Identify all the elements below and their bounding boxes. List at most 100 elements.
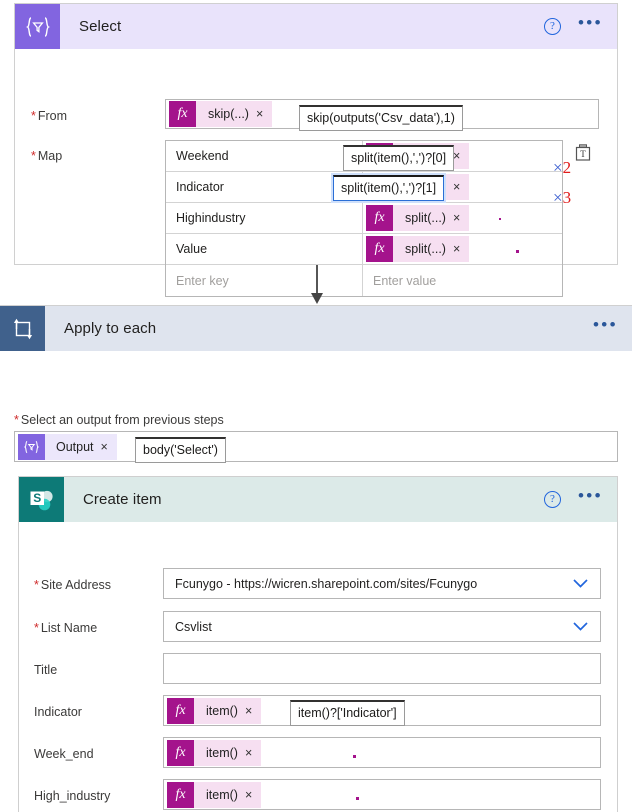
map-key-0[interactable]: Weekend (166, 141, 363, 171)
select-output-expression-callout[interactable]: body('Select') (135, 437, 226, 463)
remove-token-icon[interactable]: × (245, 746, 261, 760)
remove-token-icon[interactable]: × (245, 704, 261, 718)
table-row: Value fx split(...) × (166, 234, 562, 265)
sharepoint-icon: S (19, 477, 64, 522)
remove-token-icon[interactable]: × (453, 180, 469, 194)
fx-icon: fx (366, 205, 393, 231)
more-menu-icon[interactable]: ••• (578, 487, 603, 507)
required-indicator: * (34, 578, 39, 592)
site-address-combobox[interactable]: Fcunygo - https://wicren.sharepoint.com/… (163, 568, 601, 599)
from-expression-token[interactable]: fx skip(...) × (169, 101, 273, 127)
map-value-2[interactable]: fx split(...) × (363, 203, 562, 233)
map-key-input-new[interactable]: Enter key (166, 265, 363, 296)
remove-token-icon[interactable]: × (453, 242, 469, 256)
more-menu-icon[interactable]: ••• (593, 316, 618, 336)
map-expression-callout-0[interactable]: split(item(),',')?[0] (343, 145, 455, 171)
list-name-value: Csvlist (175, 619, 212, 634)
week-end-token-text: item() (206, 745, 238, 760)
map-value-3[interactable]: fx split(...) × (363, 234, 562, 264)
chevron-down-icon[interactable] (573, 620, 588, 634)
title-label: Title (34, 663, 58, 677)
output-token-text: Output (56, 439, 94, 454)
from-token-text: skip(...) (208, 107, 249, 121)
select-output-input[interactable]: Output × (14, 431, 618, 462)
caret-dot (516, 250, 519, 253)
site-address-label: * Site Address (34, 578, 112, 592)
indicator-label: Indicator (34, 705, 82, 719)
help-icon[interactable]: ? (543, 491, 561, 508)
fx-icon: fx (169, 101, 196, 127)
high-industry-label: High_industry (34, 789, 111, 803)
create-header-actions: ? ••• (543, 477, 603, 522)
high-industry-token-text: item() (206, 787, 238, 802)
map-expression-callout-1[interactable]: split(item(),',')?[1] (333, 175, 445, 201)
map-expression-token-3[interactable]: fx split(...) × (366, 236, 470, 262)
remove-token-icon[interactable]: × (453, 211, 469, 225)
table-row-empty: Enter key Enter value (166, 265, 562, 296)
select-action-icon (15, 4, 60, 49)
remove-token-icon[interactable]: × (453, 149, 469, 163)
apply-card-title: Apply to each (64, 320, 157, 337)
title-input[interactable] (163, 653, 601, 684)
annotation-x2: ×2 (553, 158, 572, 177)
down-arrow-icon (309, 265, 325, 305)
caret-dot (356, 797, 359, 800)
apply-card-header[interactable]: Apply to each ••• (0, 306, 632, 351)
apply-header-actions: ••• (593, 306, 618, 351)
list-name-label: * List Name (34, 621, 98, 635)
fx-icon: fx (366, 236, 393, 262)
fx-icon: fx (167, 739, 194, 766)
required-indicator: * (34, 621, 39, 635)
remove-token-icon[interactable]: × (245, 788, 261, 802)
remove-token-icon[interactable]: × (256, 107, 272, 121)
from-expression-callout[interactable]: skip(outputs('Csv_data'),1) (299, 105, 463, 131)
annotation-x3: ×3 (553, 188, 572, 207)
site-address-value: Fcunygo - https://wicren.sharepoint.com/… (175, 576, 478, 591)
output-token[interactable]: Output × (18, 433, 117, 460)
select-output-label: * Select an output from previous steps (14, 413, 224, 427)
apply-to-each-icon (0, 306, 45, 351)
fx-icon: fx (167, 781, 194, 808)
from-field-label: * From (31, 109, 68, 123)
table-row: Highindustry fx split(...) × (166, 203, 562, 234)
map-field-label: * Map (31, 149, 63, 163)
chevron-down-icon[interactable] (573, 577, 588, 591)
week-end-label: Week_end (34, 747, 94, 761)
svg-text:S: S (33, 491, 41, 505)
high-industry-token[interactable]: fx item() × (167, 781, 262, 808)
required-indicator: * (31, 109, 36, 123)
create-item-card: S Create item ? ••• * Site Address Fcuny… (18, 476, 618, 812)
remove-token-icon[interactable]: × (101, 440, 117, 454)
more-menu-icon[interactable]: ••• (578, 14, 603, 34)
map-value-input-new[interactable]: Enter value (363, 265, 562, 296)
delete-row-icon[interactable]: T (575, 144, 591, 161)
map-key-2[interactable]: Highindustry (166, 203, 363, 233)
map-token-text-3: split(...) (405, 242, 446, 256)
flow-designer-canvas: Select ? ••• * From fx skip(...) × skip(o… (0, 0, 632, 812)
week-end-input[interactable]: fx item() × (163, 737, 601, 768)
week-end-token[interactable]: fx item() × (167, 739, 262, 766)
select-output-icon (18, 433, 45, 460)
required-indicator: * (31, 149, 36, 163)
fx-icon: fx (167, 697, 194, 724)
select-header-actions: ? ••• (543, 4, 603, 49)
apply-to-each-card: Apply to each ••• * Select an output from… (0, 305, 632, 812)
list-name-combobox[interactable]: Csvlist (163, 611, 601, 642)
caret-dot (353, 755, 356, 758)
select-card-title: Select (79, 18, 122, 35)
create-card-title: Create item (83, 491, 162, 508)
svg-text:T: T (580, 149, 586, 159)
help-icon[interactable]: ? (543, 18, 561, 35)
high-industry-input[interactable]: fx item() × (163, 779, 601, 810)
caret-dot (499, 218, 501, 220)
map-token-text-2: split(...) (405, 211, 446, 225)
indicator-token[interactable]: fx item() × (167, 697, 262, 724)
indicator-expression-callout[interactable]: item()?['Indicator'] (290, 700, 405, 726)
select-action-card: Select ? ••• * From fx skip(...) × skip(o… (14, 3, 618, 297)
map-key-3[interactable]: Value (166, 234, 363, 264)
required-indicator: * (14, 413, 19, 427)
map-expression-token-2[interactable]: fx split(...) × (366, 205, 470, 231)
create-card-header[interactable]: S Create item ? ••• (19, 477, 617, 522)
select-card-header[interactable]: Select ? ••• (15, 4, 617, 49)
indicator-token-text: item() (206, 703, 238, 718)
